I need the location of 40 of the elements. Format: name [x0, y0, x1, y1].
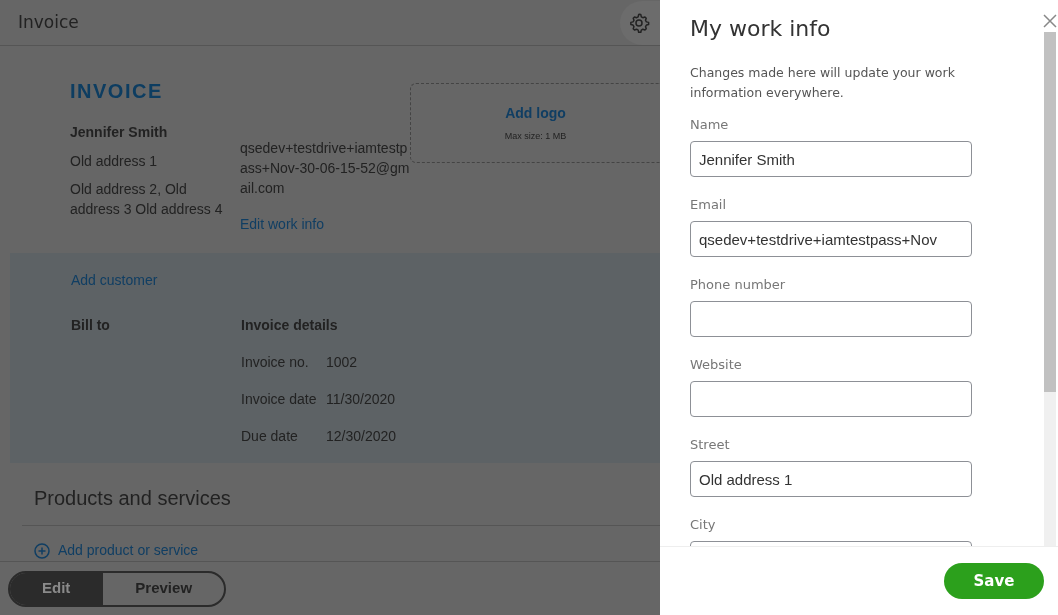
- input-field[interactable]: [690, 301, 972, 337]
- invoice-details-heading: Invoice details: [241, 316, 339, 335]
- input-field[interactable]: [690, 381, 972, 417]
- detail-label: Invoice no.: [241, 353, 310, 372]
- view-tab[interactable]: Preview: [102, 572, 225, 605]
- company-email: qsedev+testdrive+iamtestpass+Nov-30-06-15-52@gmail.com: [240, 139, 410, 198]
- address-line: Old address 1: [70, 152, 159, 171]
- field-label: Street: [690, 436, 731, 454]
- detail-value: 11/30/2020: [326, 390, 396, 409]
- page-title: Invoice: [18, 10, 79, 34]
- bill-to-heading: Bill to: [71, 316, 111, 335]
- input-field[interactable]: Jennifer Smith: [690, 141, 972, 177]
- detail-value: 1002: [326, 353, 358, 372]
- input-field[interactable]: Old address 1: [690, 461, 972, 497]
- address-line: Old address 2, Old address 3 Old address 4: [70, 180, 224, 219]
- edit-work-info-link[interactable]: Edit work info: [240, 216, 325, 232]
- field-label: Name: [690, 116, 730, 134]
- field-label: Phone number: [690, 276, 787, 294]
- detail-label: Invoice date: [241, 390, 318, 409]
- plus-circle-icon[interactable]: [34, 542, 50, 559]
- field-label: Website: [690, 356, 743, 374]
- invoice-heading: INVOICE: [70, 79, 164, 104]
- panel-description: Changes made here will update your work information everywhere.: [690, 64, 956, 102]
- add-customer-link[interactable]: Add customer: [71, 272, 158, 288]
- settings-icon[interactable]: [628, 11, 650, 34]
- close-icon[interactable]: [1043, 14, 1057, 28]
- field-label: City: [690, 516, 717, 534]
- logo-size-hint: Max size: 1 MB: [504, 129, 567, 143]
- section-heading: Products and services: [34, 486, 232, 511]
- add-logo-label: Add logo: [505, 103, 566, 123]
- input-field[interactable]: qsedev+testdrive+iamtestpass+Nov: [690, 221, 972, 257]
- field-label: Email: [690, 196, 728, 214]
- panel-title: My work info: [690, 15, 832, 43]
- add-product-link[interactable]: Add product or service: [58, 540, 199, 561]
- detail-value: 12/30/2020: [326, 427, 397, 446]
- save-button[interactable]: Save: [944, 563, 1044, 599]
- scrollbar[interactable]: [1044, 32, 1056, 546]
- detail-label: Due date: [241, 427, 299, 446]
- view-tab[interactable]: Edit: [10, 572, 103, 605]
- company-name: Jennifer Smith: [70, 123, 169, 142]
